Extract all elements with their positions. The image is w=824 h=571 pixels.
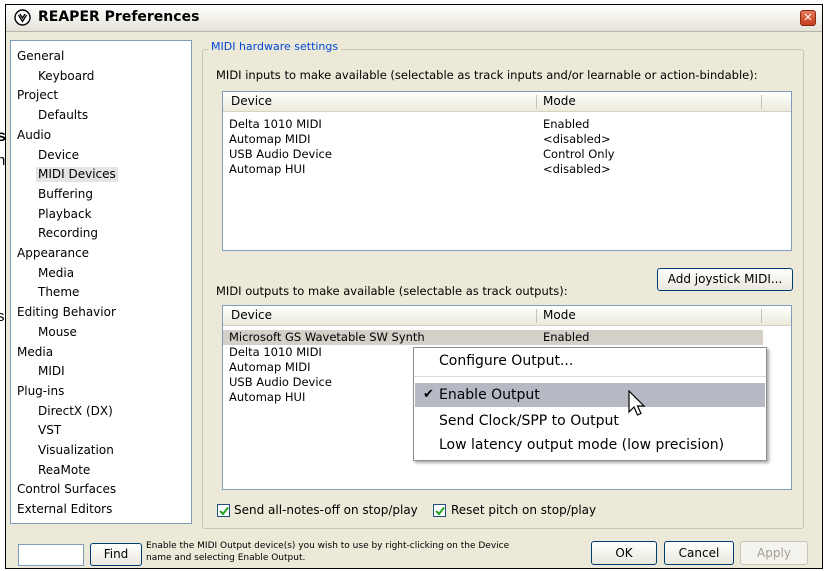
device-cell: USB Audio Device xyxy=(229,375,332,389)
menu-item-send-clock-spp-to-output[interactable]: Send Clock/SPP to Output xyxy=(415,409,765,433)
ok-button[interactable]: OK xyxy=(591,541,657,565)
device-cell: Automap MIDI xyxy=(229,360,311,374)
device-cell: Microsoft GS Wavetable SW Synth xyxy=(229,330,425,344)
tree-item-media[interactable]: Media xyxy=(38,266,74,281)
column-header-device[interactable]: Device xyxy=(231,94,272,108)
list-header: Device Mode xyxy=(223,306,791,326)
tree-item-device[interactable]: Device xyxy=(38,148,79,163)
tree-item-external-editors[interactable]: External Editors xyxy=(17,502,112,517)
tree-item-plug-ins[interactable]: Plug-ins xyxy=(17,384,64,399)
background-text-fragment: s xyxy=(0,308,5,325)
tree-item-audio[interactable]: Audio xyxy=(17,128,51,143)
mouse-cursor-icon xyxy=(628,390,646,416)
device-cell: Automap HUI xyxy=(229,162,306,176)
reaper-logo-icon xyxy=(14,9,31,26)
list-header: Device Mode xyxy=(223,92,791,112)
mode-cell: Enabled xyxy=(543,117,590,131)
checkmark-icon xyxy=(435,506,445,516)
table-row[interactable]: Automap MIDI <disabled> xyxy=(223,132,791,147)
tree-item-recording[interactable]: Recording xyxy=(38,226,98,241)
menu-item-label: Configure Output... xyxy=(439,353,574,369)
hint-line: Enable the MIDI Output device(s) you wis… xyxy=(146,541,510,551)
group-title: MIDI hardware settings xyxy=(208,40,342,53)
tree-item-visualization[interactable]: Visualization xyxy=(38,443,114,458)
tree-item-playback[interactable]: Playback xyxy=(38,207,92,222)
menu-item-label: Low latency output mode (low precision) xyxy=(439,437,725,453)
checkmark-icon: ✔ xyxy=(423,387,434,402)
mode-cell: Control Only xyxy=(543,147,615,161)
menu-item-label: Send Clock/SPP to Output xyxy=(439,413,619,429)
device-cell: Delta 1010 MIDI xyxy=(229,117,322,131)
tree-item-midi[interactable]: MIDI xyxy=(38,364,65,379)
cancel-button[interactable]: Cancel xyxy=(664,541,734,565)
mode-cell: <disabled> xyxy=(543,162,611,176)
find-input[interactable] xyxy=(18,544,84,566)
device-cell: Delta 1010 MIDI xyxy=(229,345,322,359)
column-header-device[interactable]: Device xyxy=(231,308,272,322)
midi-inputs-label: MIDI inputs to make available (selectabl… xyxy=(216,68,758,82)
menu-item-low-latency-output-mode-low-precision[interactable]: Low latency output mode (low precision) xyxy=(415,433,765,457)
add-joystick-midi-button[interactable]: Add joystick MIDI... xyxy=(657,268,793,291)
tree-item-defaults[interactable]: Defaults xyxy=(38,108,88,123)
preferences-tree[interactable]: General Keyboard Project Defaults Audio Devic… xyxy=(10,40,192,524)
send-all-notes-off-checkbox[interactable] xyxy=(217,504,230,517)
table-row[interactable]: Delta 1010 MIDI Enabled xyxy=(223,117,791,132)
tree-item-vst[interactable]: VST xyxy=(38,423,61,438)
column-header-mode[interactable]: Mode xyxy=(543,94,576,108)
table-row[interactable]: USB Audio Device Control Only xyxy=(223,147,791,162)
column-header-mode[interactable]: Mode xyxy=(543,308,576,322)
hint-line: name and selecting Enable Output. xyxy=(146,553,306,563)
mode-cell: Enabled xyxy=(543,330,590,344)
tree-item-project[interactable]: Project xyxy=(17,88,58,103)
window-title: REAPER Preferences xyxy=(38,9,200,25)
mode-cell: <disabled> xyxy=(543,132,611,146)
table-row[interactable]: Microsoft GS Wavetable SW Synth Enabled xyxy=(223,330,763,345)
title-bar[interactable]: REAPER Preferences ✕ xyxy=(6,5,822,32)
tree-item-directx-dx[interactable]: DirectX (DX) xyxy=(38,404,113,419)
tree-item-theme[interactable]: Theme xyxy=(38,285,79,300)
checkmark-icon xyxy=(219,506,229,516)
tree-item-media[interactable]: Media xyxy=(17,345,53,360)
help-hint-text: Enable the MIDI Output device(s) you wis… xyxy=(146,540,586,564)
tree-item-general[interactable]: General xyxy=(17,49,64,64)
device-cell: USB Audio Device xyxy=(229,147,332,161)
send-all-notes-off-label[interactable]: Send all-notes-off on stop/play xyxy=(234,503,418,517)
reset-pitch-label[interactable]: Reset pitch on stop/play xyxy=(451,503,596,517)
device-cell: Automap MIDI xyxy=(229,132,311,146)
tree-item-midi-devices[interactable]: MIDI Devices xyxy=(36,167,118,183)
close-icon[interactable]: ✕ xyxy=(800,10,816,26)
reset-pitch-checkbox[interactable] xyxy=(433,504,446,517)
tree-item-mouse[interactable]: Mouse xyxy=(38,325,77,340)
midi-inputs-list[interactable]: Device Mode Delta 1010 MIDI Enabled Automa… xyxy=(222,91,792,251)
menu-item-label: Enable Output xyxy=(439,387,540,403)
find-button[interactable]: Find xyxy=(90,543,142,566)
table-row[interactable]: Automap HUI <disabled> xyxy=(223,162,791,177)
midi-outputs-label: MIDI outputs to make available (selectab… xyxy=(216,284,568,298)
menu-item-configure-output[interactable]: Configure Output... xyxy=(415,349,765,373)
menu-item-enable-output[interactable]: ✔ Enable Output xyxy=(415,383,765,407)
tree-item-control-surfaces[interactable]: Control Surfaces xyxy=(17,482,116,497)
tree-item-keyboard[interactable]: Keyboard xyxy=(38,69,94,84)
output-context-menu: Configure Output... ✔ Enable Output Send Cl… xyxy=(413,347,767,461)
tree-item-reamote[interactable]: ReaMote xyxy=(38,463,90,478)
tree-item-editing-behavior[interactable]: Editing Behavior xyxy=(17,305,116,320)
tree-item-appearance[interactable]: Appearance xyxy=(17,246,89,261)
tree-item-buffering[interactable]: Buffering xyxy=(38,187,93,202)
menu-separator xyxy=(414,376,766,377)
device-cell: Automap HUI xyxy=(229,390,306,404)
apply-button[interactable]: Apply xyxy=(740,541,808,565)
